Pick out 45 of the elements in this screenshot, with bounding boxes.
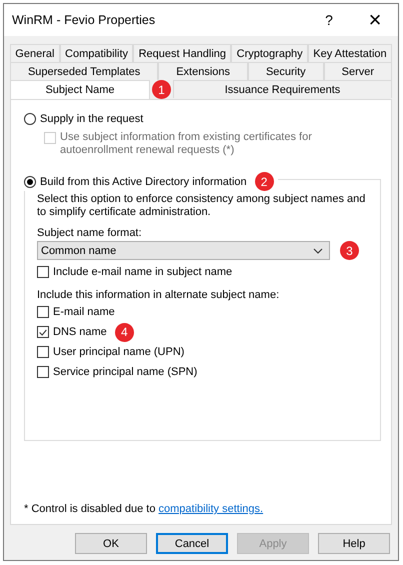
- radio-option[interactable]: Build from this Active Directory information 2: [24, 172, 278, 191]
- settings-link[interactable]: compatibility settings.: [158, 503, 264, 515]
- tab[interactable]: Superseded Templates: [10, 62, 158, 80]
- tab[interactable]: Extensions: [158, 62, 248, 80]
- callout-badge: 3: [340, 241, 359, 260]
- checkbox-label: User principal name (UPN): [53, 346, 184, 358]
- callout-badge: 2: [254, 172, 274, 191]
- tab[interactable]: Server: [324, 62, 392, 80]
- close-button[interactable]: ×: [352, 4, 398, 36]
- radio-label: Build from this Active Directory information: [40, 176, 247, 188]
- dialog-button[interactable]: Help: [318, 533, 390, 554]
- tab[interactable]: General: [10, 44, 60, 62]
- tab[interactable]: Subject Name: [10, 80, 150, 99]
- chevron-down-icon: [313, 248, 323, 254]
- tab[interactable]: Cryptography: [231, 44, 308, 62]
- format-dropdown[interactable]: Common name: [37, 241, 330, 260]
- checkbox-label: Use subject information from existing certificates for autoenrollment renewal requests (*): [60, 131, 313, 157]
- checkbox-label: E-mail name: [53, 306, 115, 318]
- help-button[interactable]: ?: [306, 4, 352, 36]
- tab[interactable]: Issuance Requirements: [173, 80, 392, 98]
- checkbox-label: Service principal name (SPN): [53, 366, 198, 378]
- section-label: Include this information in alternate subject name:: [37, 289, 280, 301]
- checkbox[interactable]: [37, 266, 49, 278]
- radio-button[interactable]: [24, 113, 36, 125]
- dialog-button[interactable]: OK: [75, 533, 147, 554]
- field-label: Subject name format:: [37, 227, 143, 239]
- checkbox[interactable]: [37, 366, 49, 378]
- checkbox[interactable]: [37, 326, 49, 338]
- radio-label: Supply in the request: [40, 113, 144, 125]
- dialog-button[interactable]: Cancel: [156, 533, 228, 554]
- radio-option[interactable]: Supply in the request: [24, 113, 381, 125]
- tab[interactable]: Key Attestation: [308, 44, 392, 62]
- checkbox-label: DNS name: [53, 326, 107, 338]
- radio-button[interactable]: [24, 176, 36, 188]
- window-title: WinRM - Fevio Properties: [12, 13, 156, 27]
- callout-badge: 4: [114, 322, 134, 342]
- tab[interactable]: Compatibility: [60, 44, 134, 62]
- footnote-text: * Control is disabled due to: [24, 503, 156, 515]
- tab[interactable]: Security: [248, 62, 324, 80]
- tab[interactable]: Request Handling: [133, 44, 232, 62]
- checkbox[interactable]: [37, 306, 49, 318]
- checkbox[interactable]: [37, 346, 49, 358]
- callout-badge: 1: [152, 80, 171, 99]
- checkbox-label: Include e-mail name in subject name: [53, 266, 232, 278]
- description-text: Select this option to enforce consistency among subject names and to simplify certificate administration.: [37, 193, 366, 219]
